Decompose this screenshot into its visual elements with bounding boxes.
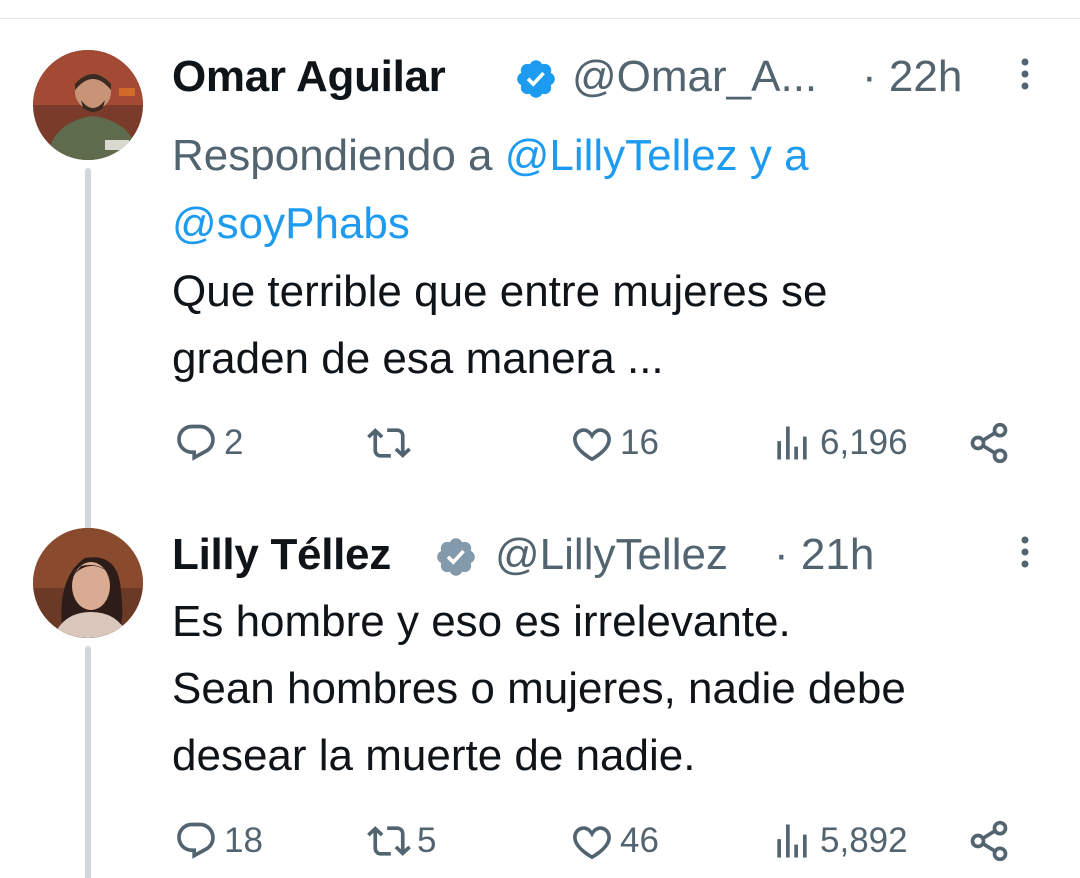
replying-to: Respondiendo a @LillyTellez y a @soyPhabs <box>172 122 1032 258</box>
avatar-omar-image <box>33 50 143 160</box>
tweet-time[interactable]: · 21h <box>774 530 874 580</box>
tweet-text: Que terrible que entre mujeres se graden… <box>172 258 1052 392</box>
views-button[interactable]: 5,892 <box>770 816 908 866</box>
retweet-button[interactable] <box>367 418 417 468</box>
tweet-content: Lilly Téllez @LillyTellez · 21h Es hombr… <box>172 528 1052 862</box>
views-icon <box>777 426 807 460</box>
tweet-time[interactable]: · 22h <box>862 52 962 102</box>
share-icon <box>970 820 1008 862</box>
avatar-lilly-image <box>33 528 143 638</box>
retweet-icon <box>367 428 411 458</box>
author-handle[interactable]: @Omar_A... <box>572 52 817 102</box>
tweet-header: Omar Aguilar @Omar_A... · 22h <box>172 50 1052 108</box>
reply-count: 2 <box>224 423 244 462</box>
share-button[interactable] <box>967 418 1017 468</box>
avatar-lilly-tellez[interactable] <box>33 528 143 638</box>
reply-button[interactable]: 18 <box>174 816 263 866</box>
mention-lillytellez[interactable]: @LillyTellez <box>505 131 738 180</box>
tweet-text-line: Que terrible que entre mujeres se <box>172 267 828 316</box>
replying-to-joiner: y a <box>737 131 809 180</box>
reply-count: 18 <box>224 821 263 860</box>
author-name[interactable]: Omar Aguilar <box>172 52 446 102</box>
tweet-text-line: Es hombre y eso es irrelevante. <box>172 597 791 646</box>
reply-button[interactable]: 2 <box>174 418 243 468</box>
mention-soyphabs[interactable]: @soyPhabs <box>172 199 410 248</box>
thread-line <box>85 168 91 580</box>
verified-badge-icon <box>437 538 475 576</box>
replying-to-label: Respondiendo a <box>172 131 505 180</box>
author-handle[interactable]: @LillyTellez <box>495 530 728 580</box>
reply-icon <box>177 424 215 461</box>
like-count: 16 <box>620 423 659 462</box>
views-count: 5,892 <box>820 821 908 860</box>
like-button[interactable]: 46 <box>570 816 659 866</box>
top-divider <box>0 18 1080 19</box>
share-icon <box>970 422 1008 464</box>
tweet-actions: 18 5 46 5,892 <box>172 816 1032 866</box>
heart-icon <box>573 826 611 860</box>
like-count: 46 <box>620 821 659 860</box>
tweet-text: Es hombre y eso es irrelevante. Sean hom… <box>172 588 1052 789</box>
share-button[interactable] <box>967 816 1017 866</box>
tweet-text-line: desear la muerte de nadie. <box>172 731 696 780</box>
thread-line <box>85 646 91 878</box>
tweet-text-line: graden de esa manera ... <box>172 334 664 383</box>
author-name[interactable]: Lilly Téllez <box>172 530 391 580</box>
reply-icon <box>177 822 215 859</box>
verified-badge-icon <box>517 60 555 98</box>
views-button[interactable]: 6,196 <box>770 418 908 468</box>
tweet-header: Lilly Téllez @LillyTellez · 21h <box>172 528 1052 586</box>
retweet-button[interactable]: 5 <box>367 816 436 866</box>
views-count: 6,196 <box>820 423 908 462</box>
tweet-content: Omar Aguilar @Omar_A... · 22h Respondien… <box>172 50 1052 464</box>
tweet-text-line: Sean hombres o mujeres, nadie debe <box>172 664 906 713</box>
more-options-icon[interactable] <box>1017 54 1033 94</box>
more-options-icon[interactable] <box>1017 532 1033 572</box>
retweet-icon <box>367 826 411 856</box>
like-button[interactable]: 16 <box>570 418 659 468</box>
views-icon <box>777 824 807 858</box>
avatar-omar-aguilar[interactable] <box>33 50 143 160</box>
heart-icon <box>573 428 611 462</box>
tweet-actions: 2 16 6,196 <box>172 418 1032 468</box>
retweet-count: 5 <box>417 821 437 860</box>
